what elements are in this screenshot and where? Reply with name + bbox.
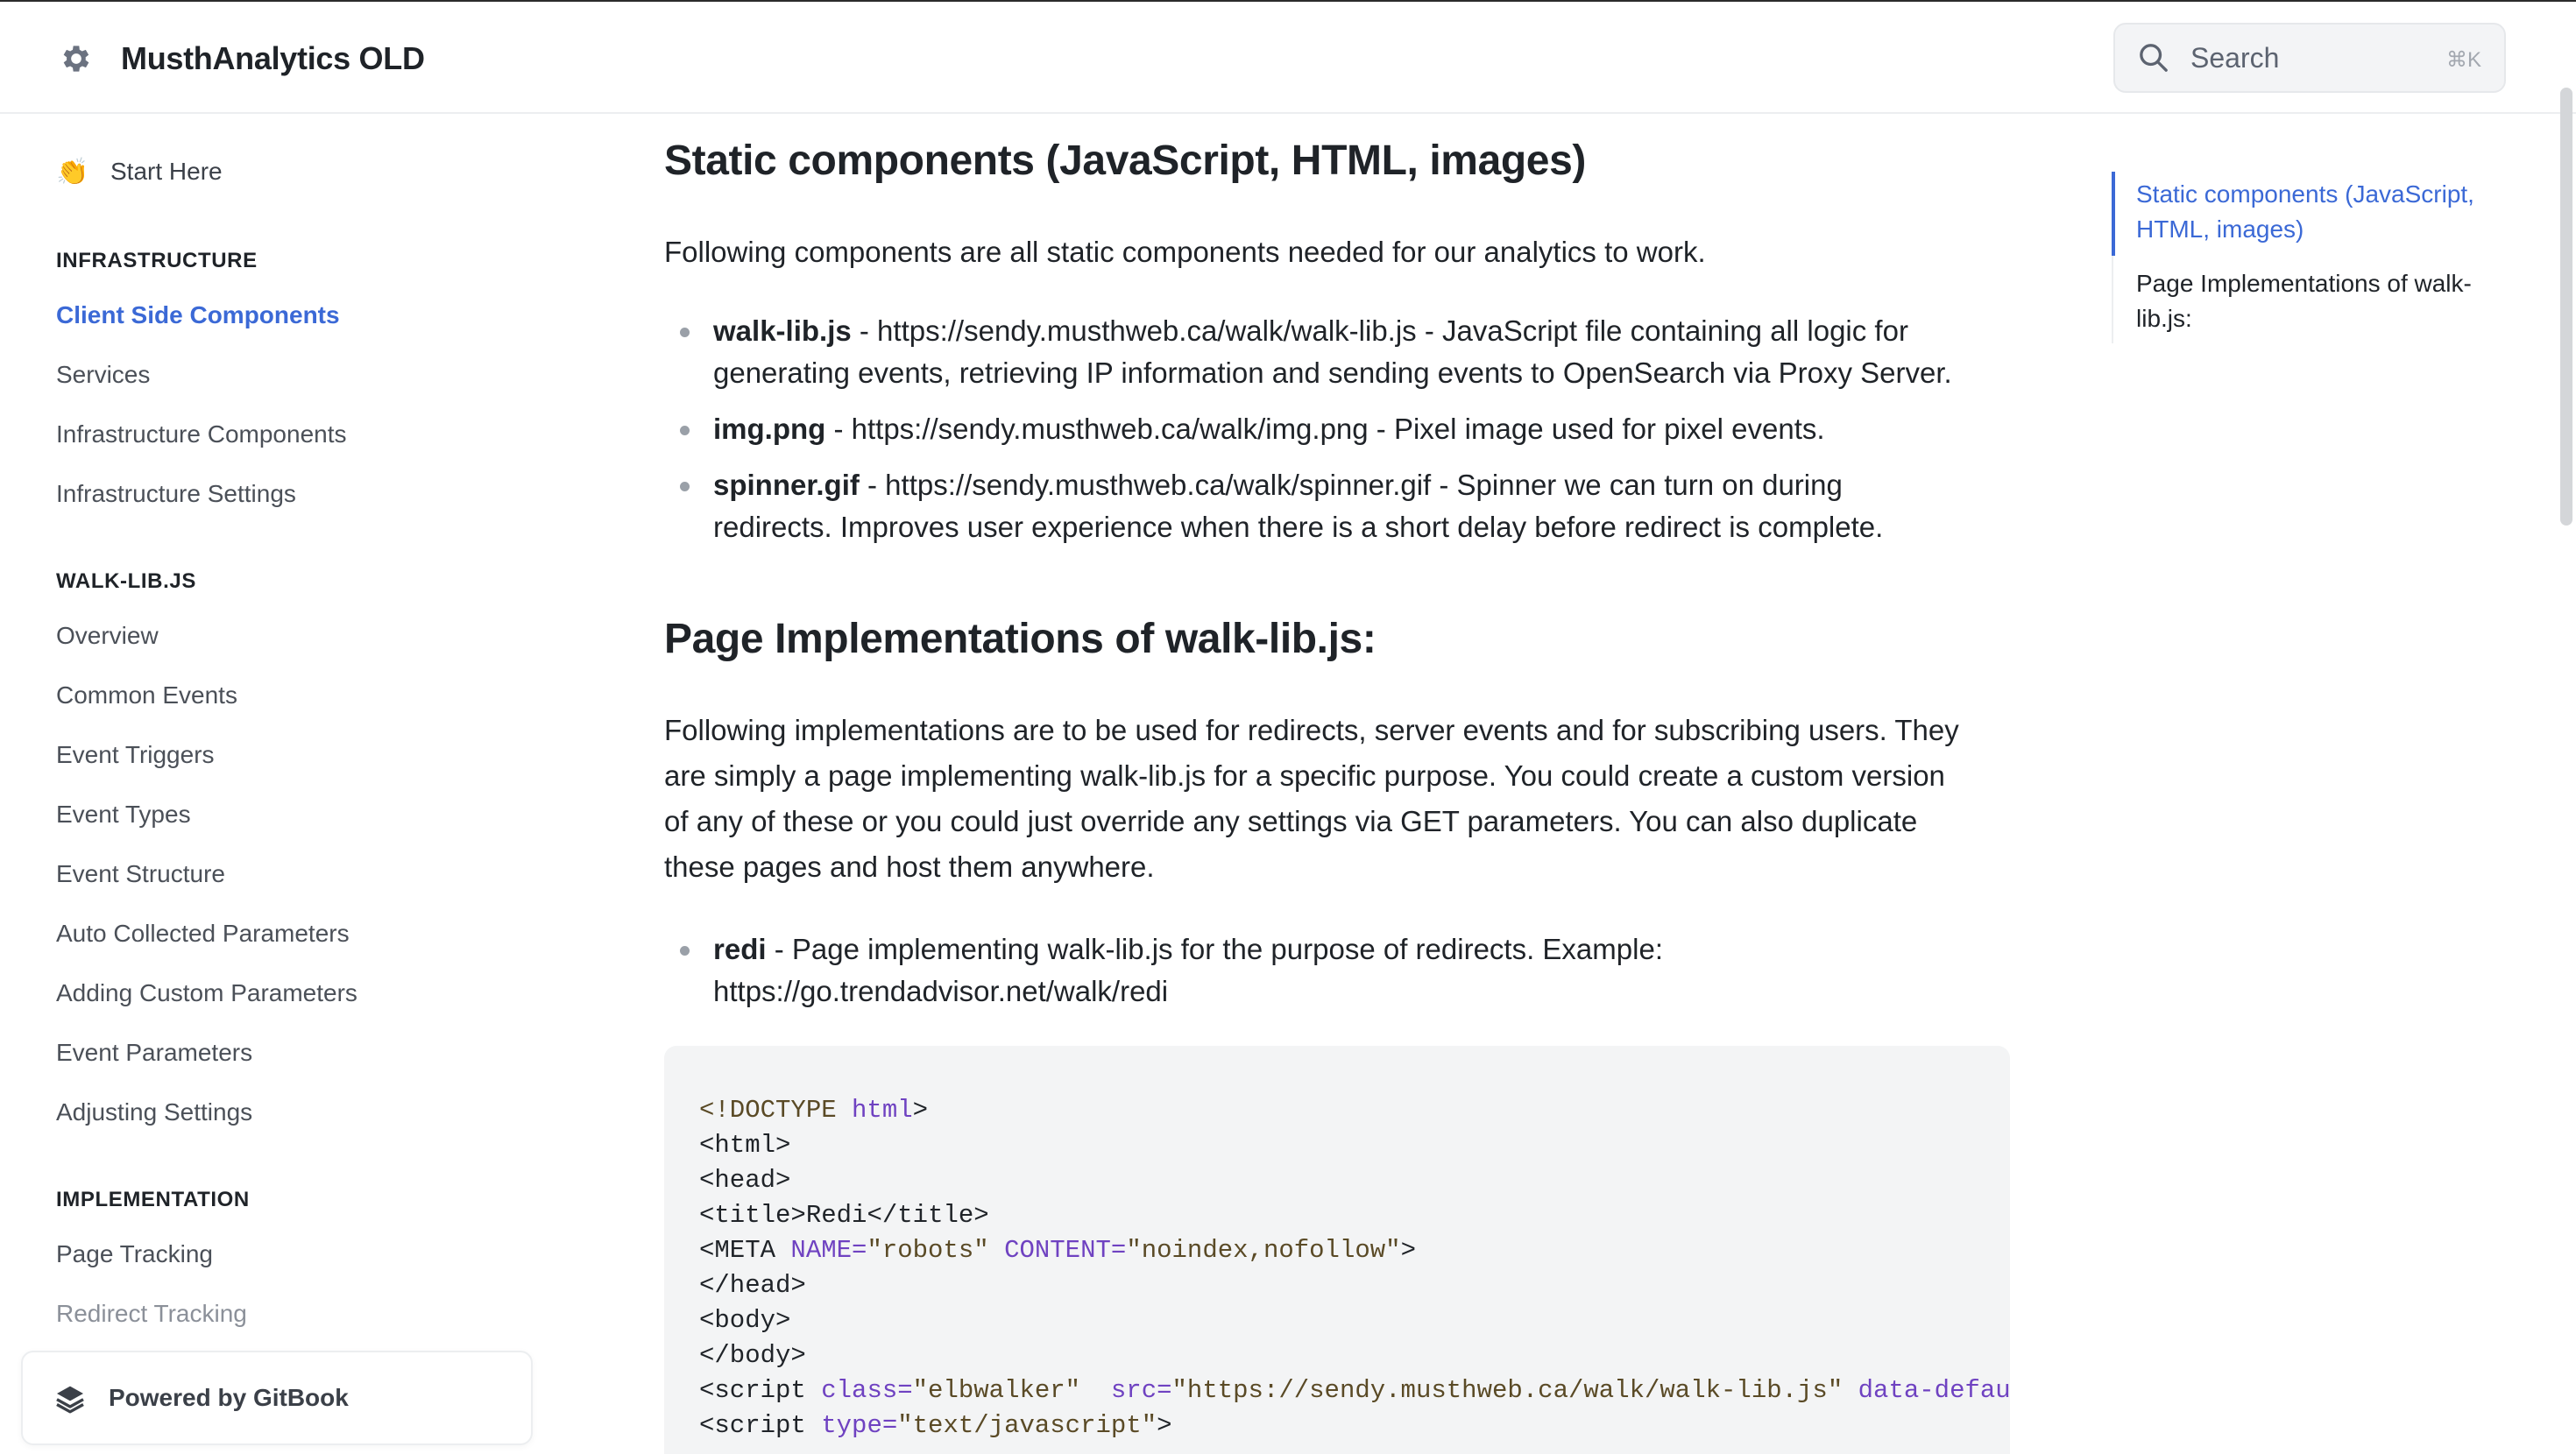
search-button[interactable]: Search ⌘K [2113, 23, 2506, 93]
implementations-paragraph: Following implementations are to be used… [664, 714, 1959, 883]
sidebar-group-walk-lib: WALK-LIB.JS [56, 569, 196, 593]
sidebar-group-implementation: IMPLEMENTATION [56, 1188, 250, 1211]
intro-paragraph: Following components are all static comp… [664, 236, 1706, 268]
toc-item-static-components[interactable]: Static components (JavaScript, HTML, ima… [2136, 177, 2515, 247]
toc-divider [2112, 256, 2113, 343]
item-name: spinner.gif [713, 469, 860, 501]
sidebar-item-adding-custom-parameters[interactable]: Adding Custom Parameters [56, 979, 357, 1007]
sidebar-item-event-triggers[interactable]: Event Triggers [56, 741, 215, 769]
example-link[interactable]: https://go.trendadvisor.net/walk/redi [713, 975, 1168, 1007]
toc-active-indicator [2112, 172, 2115, 256]
bullet-dot [680, 946, 690, 956]
bullet-dot [680, 328, 690, 337]
sidebar: 👏 Start Here INFRASTRUCTURE Client Side … [0, 116, 561, 1454]
sidebar-item-client-side-components[interactable]: Client Side Components [56, 301, 340, 329]
toc-item-page-implementations[interactable]: Page Implementations of walk-lib.js: [2136, 266, 2515, 336]
sidebar-item-common-events[interactable]: Common Events [56, 681, 237, 709]
sidebar-item-infrastructure-settings[interactable]: Infrastructure Settings [56, 480, 296, 508]
gear-icon [58, 40, 95, 77]
heading-page-implementations: Page Implementations of walk-lib.js: [664, 616, 1376, 662]
brand[interactable]: MusthAnalytics OLD [58, 37, 425, 81]
search-shortcut: ⌘K [2445, 48, 2481, 72]
bullet-dot [680, 426, 690, 435]
powered-by-label: Powered by GitBook [109, 1384, 349, 1411]
sidebar-item-page-tracking[interactable]: Page Tracking [56, 1240, 213, 1268]
sidebar-item-auto-collected-parameters[interactable]: Auto Collected Parameters [56, 920, 350, 948]
sidebar-item-services[interactable]: Services [56, 361, 150, 389]
sidebar-item-event-types[interactable]: Event Types [56, 801, 191, 829]
search-label: Search [2190, 41, 2280, 74]
sidebar-item-label: Start Here [110, 158, 223, 185]
bullet-dot [680, 482, 690, 491]
gitbook-icon [56, 1386, 84, 1414]
top-header: MusthAnalytics OLD Search ⌘K [0, 2, 2576, 114]
item-name: img.png [713, 413, 826, 445]
sidebar-item-adjusting-settings[interactable]: Adjusting Settings [56, 1098, 252, 1126]
code-lines: <!DOCTYPE html> <html> <head> <title>Red… [699, 1096, 2010, 1440]
sidebar-item-start-here[interactable]: 👏 Start Here [56, 152, 223, 191]
powered-by-gitbook-link[interactable]: Powered by GitBook [21, 1351, 533, 1445]
sidebar-item-infrastructure-components[interactable]: Infrastructure Components [56, 420, 347, 448]
sidebar-item-redirect-tracking[interactable]: Redirect Tracking [56, 1300, 247, 1328]
clapping-hands-icon: 👏 [56, 157, 89, 187]
heading-static-components: Static components (JavaScript, HTML, ima… [664, 138, 1586, 184]
item-name: redi [713, 933, 767, 965]
sidebar-group-infrastructure: INFRASTRUCTURE [56, 249, 258, 272]
app-title: MusthAnalytics OLD [121, 40, 425, 76]
sidebar-item-overview[interactable]: Overview [56, 622, 159, 650]
sidebar-item-event-structure[interactable]: Event Structure [56, 860, 225, 888]
scrollbar-thumb[interactable] [2560, 88, 2572, 526]
code-block[interactable]: <!DOCTYPE html> <html> <head> <title>Red… [664, 1046, 2010, 1454]
item-name: walk-lib.js [713, 314, 852, 347]
sidebar-item-event-parameters[interactable]: Event Parameters [56, 1039, 252, 1067]
search-icon [2140, 44, 2168, 72]
